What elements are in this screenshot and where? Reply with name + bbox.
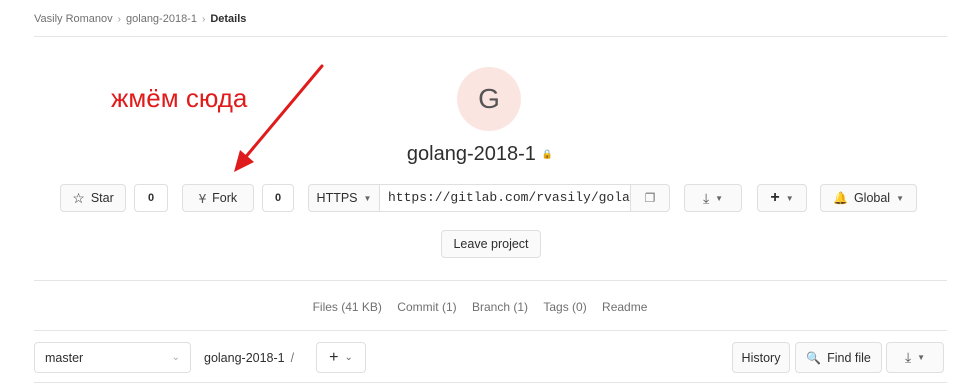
path-separator: / [290,351,295,365]
star-icon: ☆ [72,189,85,206]
leave-project-label: Leave project [453,237,529,251]
protocol-label: HTTPS [316,191,358,205]
stat-commits[interactable]: Commit (1) [397,300,456,314]
project-name: golang-2018-1 [406,143,536,165]
lock-icon: 🔒 [541,149,554,160]
chevron-down-icon: ⌄ [344,352,353,363]
fork-button[interactable]: Ұ Fork [182,184,254,212]
history-label: History [741,350,781,365]
branch-name: master [45,350,84,365]
caret-down-icon: ▼ [363,193,372,203]
star-label: Star [90,191,114,205]
copy-url-button[interactable]: ❐ [630,184,670,212]
cloud-download-icon: ⤓ [904,349,912,365]
avatar-letter: G [478,83,500,114]
breadcrumb-current[interactable]: Details [210,13,246,25]
cloud-download-icon: ⤓ [702,189,710,206]
breadcrumb-user[interactable]: Vasily Romanov [34,13,113,25]
header-divider [34,36,947,37]
project-avatar: G [457,67,521,131]
fork-count[interactable]: 0 [262,184,294,212]
search-icon: 🔍 [806,350,822,365]
stat-branches[interactable]: Branch (1) [472,300,528,314]
fork-label: Fork [212,191,238,205]
clipboard-icon: ❐ [644,191,656,205]
caret-down-icon: ▼ [715,193,724,203]
chevron-right-icon: › [201,13,206,25]
caret-down-icon: ▼ [785,193,794,203]
chevron-down-icon: ⌄ [171,352,180,363]
download-tree-dropdown[interactable]: ⤓ ▼ [886,342,944,373]
breadcrumb-project[interactable]: golang-2018-1 [126,13,197,25]
stat-files[interactable]: Files (41 KB) [313,300,382,314]
star-count[interactable]: 0 [134,184,168,212]
new-item-dropdown[interactable]: + ▼ [757,184,807,212]
caret-down-icon: ▼ [896,193,904,203]
caret-down-icon: ▼ [917,353,926,362]
download-dropdown[interactable]: ⤓ ▼ [684,184,742,212]
find-file-button[interactable]: 🔍 Find file [795,342,882,373]
plus-icon: + [329,348,339,366]
annotation-text: жмём сюда [111,83,248,113]
repo-path-root[interactable]: golang-2018-1 [204,351,285,365]
stats-bottom-divider [34,330,947,331]
find-file-label: Find file [827,350,871,365]
history-button[interactable]: History [732,342,790,373]
clone-url-field[interactable]: https://gitlab.com/rvasily/golang-2018-1… [380,184,630,212]
stats-top-divider [34,280,947,281]
notification-label: Global [853,191,891,205]
add-to-tree-dropdown[interactable]: + ⌄ [316,342,366,373]
clone-url-group: HTTPS ▼ https://gitlab.com/rvasily/golan… [308,184,670,212]
protocol-dropdown[interactable]: HTTPS ▼ [308,184,380,212]
stat-readme[interactable]: Readme [602,300,647,314]
bell-icon: 🔔 [832,191,848,205]
breadcrumb: Vasily Romanov › golang-2018-1 › Details [34,13,246,25]
leave-project-button[interactable]: Leave project [441,230,541,258]
star-button[interactable]: ☆ Star [60,184,126,212]
project-title: golang-2018-1 🔒 [0,143,960,166]
repo-path: golang-2018-1 / [204,351,294,365]
bottom-divider [34,382,947,383]
chevron-right-icon: › [117,13,122,25]
fork-icon: Ұ [198,190,207,206]
plus-icon: + [770,189,780,206]
notification-dropdown[interactable]: 🔔 Global ▼ [820,184,917,212]
stat-tags[interactable]: Tags (0) [543,300,586,314]
project-stats: Files (41 KB) Commit (1) Branch (1) Tags… [0,300,960,314]
branch-select[interactable]: master ⌄ [34,342,191,373]
